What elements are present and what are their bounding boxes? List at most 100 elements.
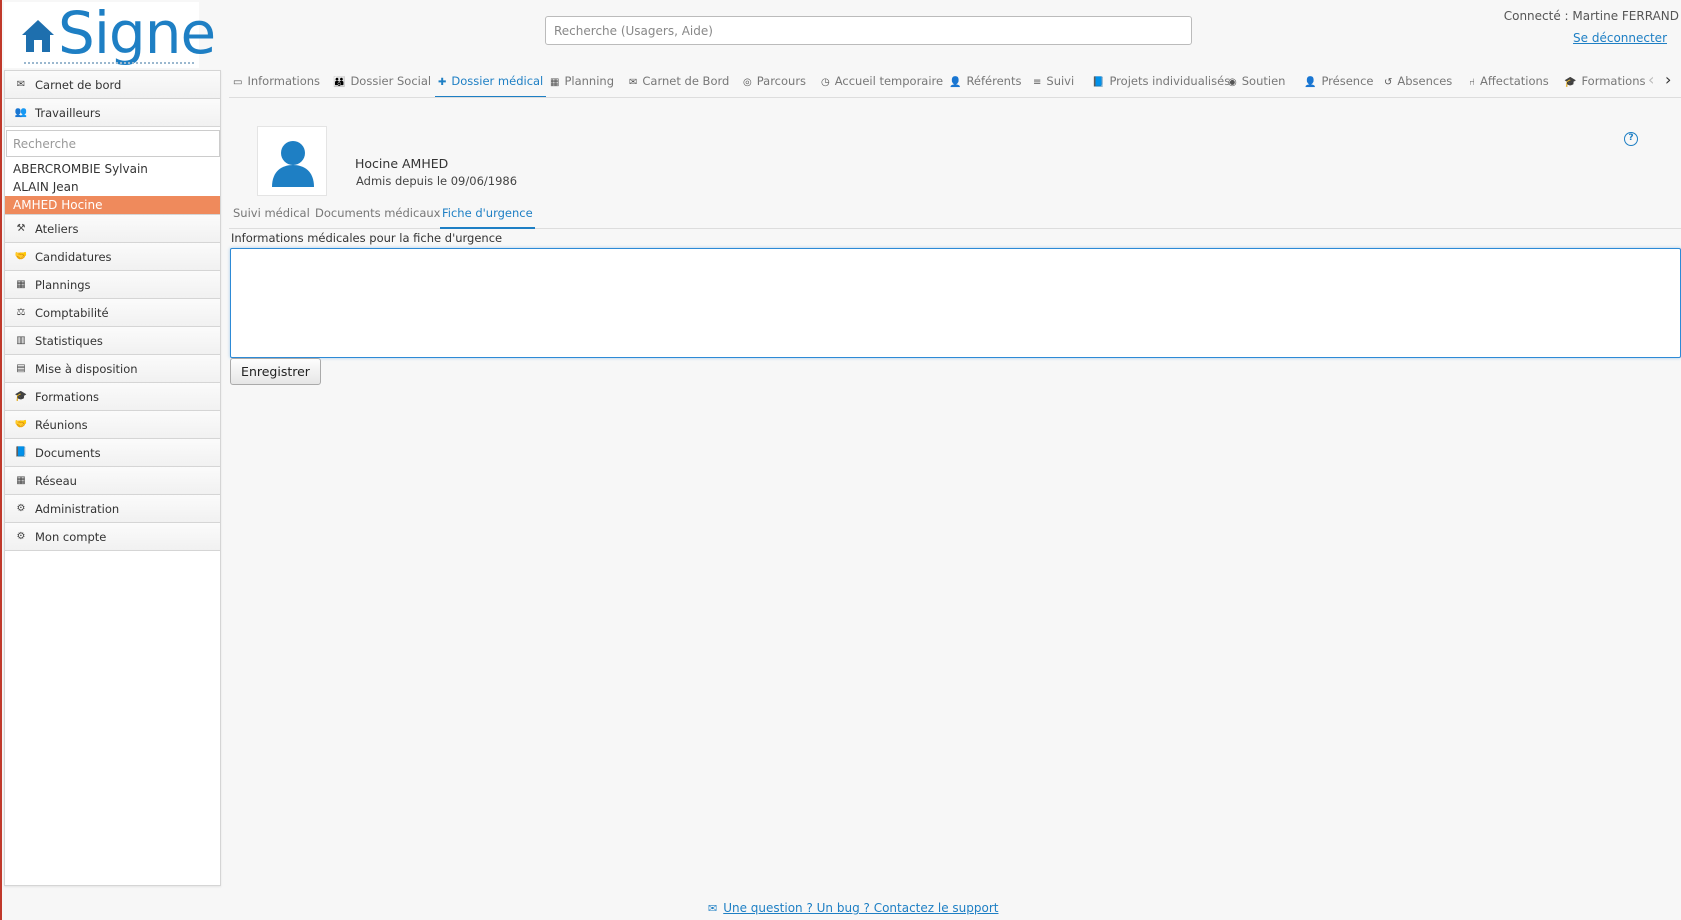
sidebar-item-plannings[interactable]: ▦ Plannings: [5, 271, 220, 299]
worker-icon: ⚒: [16, 223, 26, 234]
save-button[interactable]: Enregistrer: [230, 358, 321, 385]
logout-link[interactable]: Se déconnecter: [1573, 31, 1667, 45]
chair-icon: ⑁: [1469, 77, 1475, 88]
user-check-icon: 👤: [1304, 77, 1317, 88]
cogs-icon: ⚙: [16, 503, 26, 514]
sidebar-item-comptabilite[interactable]: ⚖ Comptabilité: [5, 299, 220, 327]
sidebar-item-reseau[interactable]: ▦ Réseau: [5, 467, 220, 495]
bar-chart-icon: ▥: [16, 335, 26, 346]
worker-item[interactable]: ABERCROMBIE Sylvain: [5, 160, 220, 178]
steps-icon: ≡: [1033, 77, 1042, 88]
person-name: Hocine AMHED: [355, 156, 449, 171]
sidebar-item-label: Documents: [35, 445, 101, 460]
compass-icon: ◎: [743, 77, 752, 88]
app-logo[interactable]: Signe: [4, 0, 216, 68]
connected-user: Connecté : Martine FERRAND: [1503, 9, 1679, 23]
sidebar-item-label: Carnet de bord: [35, 77, 122, 92]
sidebar-item-travailleurs[interactable]: 👥 Travailleurs: [5, 99, 220, 127]
logo-tagline: [24, 62, 194, 66]
logo-text: Signe: [58, 0, 216, 67]
book-icon: 📘: [1092, 77, 1105, 88]
graduation-cap-icon: 🎓: [14, 391, 28, 402]
worker-item-selected[interactable]: AMHED Hocine: [5, 196, 220, 214]
sidebar-item-reunions[interactable]: 🤝 Réunions: [5, 411, 220, 439]
sidebar-item-label: Comptabilité: [35, 305, 109, 320]
tab-referents[interactable]: 👤 Référents: [949, 68, 1021, 97]
calendar-icon: ▦: [550, 77, 560, 88]
tab-dossier-medical[interactable]: ✚ Dossier médical: [435, 68, 547, 97]
worker-item[interactable]: ALAIN Jean: [5, 178, 220, 196]
sidebar-item-label: Statistiques: [35, 333, 103, 348]
history-icon: ↺: [1384, 77, 1393, 88]
worker-search-input[interactable]: [6, 130, 220, 157]
tab-dossier-social[interactable]: 👪 Dossier Social: [333, 68, 431, 97]
handshake-icon: 🤝: [14, 251, 28, 262]
help-icon[interactable]: ?: [1624, 132, 1638, 146]
lifebuoy-icon: ◉: [1228, 77, 1237, 88]
user-icon: 👤: [949, 77, 962, 88]
graduation-cap-icon: 🎓: [1564, 77, 1577, 88]
document-icon: ▤: [16, 363, 26, 374]
tab-formations[interactable]: 🎓 Formations: [1564, 68, 1646, 97]
sidebar-item-label: Réseau: [35, 473, 77, 488]
gear-icon: ⚙: [16, 531, 26, 542]
sidebar-item-candidatures[interactable]: 🤝 Candidatures: [5, 243, 220, 271]
users-icon: 👥: [14, 107, 28, 118]
envelope-icon: ✉: [708, 902, 718, 915]
tab-informations[interactable]: ▭ Informations: [233, 68, 320, 97]
support-link[interactable]: Une question ? Un bug ? Contactez le sup…: [723, 901, 998, 915]
chevron-right-icon[interactable]: ›: [1665, 70, 1671, 89]
handshake-icon: 🤝: [14, 419, 28, 430]
tab-planning[interactable]: ▦ Planning: [550, 68, 614, 97]
sidebar-item-statistiques[interactable]: ▥ Statistiques: [5, 327, 220, 355]
chevron-left-icon[interactable]: ‹: [1648, 70, 1654, 89]
sidebar-item-label: Réunions: [35, 417, 88, 432]
calendar-icon: ▦: [16, 279, 26, 290]
avatar: [257, 126, 327, 196]
clock-icon: ◷: [821, 77, 830, 88]
book-icon: 📘: [14, 447, 28, 458]
tab-suivi[interactable]: ≡ Suivi: [1033, 68, 1074, 97]
subtab-documents-medicaux[interactable]: Documents médicaux: [315, 203, 440, 229]
tab-carnet-de-bord[interactable]: ✉ Carnet de Bord: [629, 68, 729, 97]
sidebar-item-mon-compte[interactable]: ⚙ Mon compte: [5, 523, 220, 551]
sidebar-item-ateliers[interactable]: ⚒ Ateliers: [5, 215, 220, 243]
admission-date: Admis depuis le 09/06/1986: [356, 174, 518, 188]
support-footer: ✉ Une question ? Un bug ? Contactez le su…: [708, 901, 998, 915]
medkit-icon: ✚: [438, 77, 447, 88]
subtab-fiche-urgence[interactable]: Fiche d'urgence: [440, 203, 535, 229]
user-silhouette-icon: [272, 141, 314, 187]
tab-accueil-temporaire[interactable]: ◷ Accueil temporaire: [821, 68, 943, 97]
tab-absences[interactable]: ↺ Absences: [1384, 68, 1452, 97]
subtab-suivi-medical[interactable]: Suivi médical: [233, 203, 310, 229]
tab-projets-individualises[interactable]: 📘 Projets individualisés: [1092, 68, 1230, 97]
tab-parcours[interactable]: ◎ Parcours: [743, 68, 806, 97]
sidebar-item-label: Plannings: [35, 277, 91, 292]
sidebar-item-documents[interactable]: 📘 Documents: [5, 439, 220, 467]
sidebar-item-label: Mise à disposition: [35, 361, 138, 376]
medical-subtabs: Suivi médical Documents médicaux Fiche d…: [229, 203, 1681, 229]
tab-affectations[interactable]: ⑁ Affectations: [1469, 68, 1549, 97]
sidebar-item-administration[interactable]: ⚙ Administration: [5, 495, 220, 523]
tab-presence[interactable]: 👤 Présence: [1304, 68, 1374, 97]
house-icon: [22, 20, 54, 52]
sidebar: ✉ Carnet de bord 👥 Travailleurs ABERCROM…: [4, 70, 221, 886]
id-card-icon: ▭: [233, 77, 243, 88]
sidebar-item-label: Candidatures: [35, 249, 112, 264]
sidebar-item-label: Mon compte: [35, 529, 107, 544]
tab-soutien[interactable]: ◉ Soutien: [1228, 68, 1285, 97]
main-tabs: ▭ Informations 👪 Dossier Social ✚ Dossier m…: [229, 68, 1681, 98]
sidebar-item-label: Ateliers: [35, 221, 79, 236]
emergency-info-textarea[interactable]: [230, 248, 1681, 358]
sidebar-item-label: Administration: [35, 501, 120, 516]
sidebar-item-mise-a-disposition[interactable]: ▤ Mise à disposition: [5, 355, 220, 383]
sidebar-item-carnet-de-bord[interactable]: ✉ Carnet de bord: [5, 71, 220, 99]
building-icon: ▦: [16, 475, 26, 486]
emergency-info-label: Informations médicales pour la fiche d'u…: [231, 231, 503, 245]
global-search-input[interactable]: [545, 16, 1192, 45]
window-edge: [0, 0, 2, 920]
envelope-icon: ✉: [629, 77, 638, 88]
family-icon: 👪: [333, 77, 346, 88]
sidebar-item-formations[interactable]: 🎓 Formations: [5, 383, 220, 411]
sidebar-item-label: Travailleurs: [35, 105, 101, 120]
